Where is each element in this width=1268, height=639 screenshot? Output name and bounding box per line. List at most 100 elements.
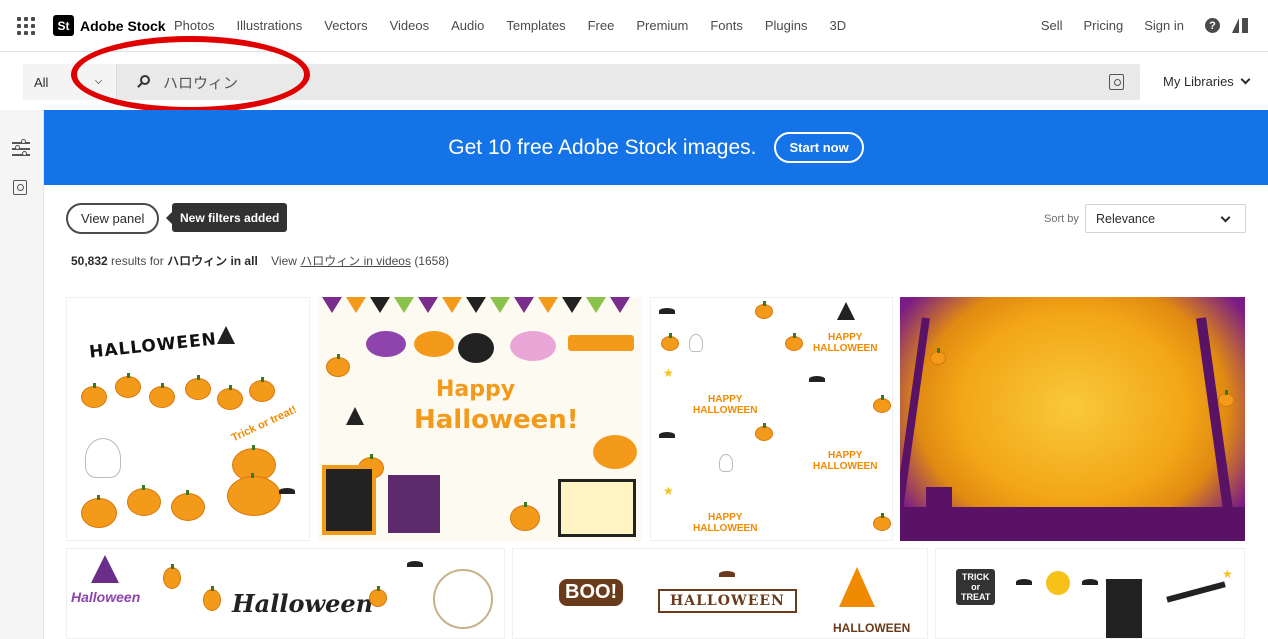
pumpkin-icon <box>755 423 773 441</box>
haunted-house-frame <box>322 465 376 535</box>
lantern-icon <box>163 564 181 589</box>
thumbnail-text: Halloween! <box>414 405 579 435</box>
pumpkin-icon <box>755 301 773 319</box>
nav-link-plugins[interactable]: Plugins <box>765 18 808 33</box>
bunting-flag <box>514 297 534 313</box>
result-thumbnail[interactable]: BOO! HALLOWEEN HALLOWEEN <box>512 548 928 639</box>
star-icon: ★ <box>1222 567 1233 581</box>
sort-value: Relevance <box>1096 211 1156 226</box>
top-nav: St Adobe Stock Photos Illustrations Vect… <box>0 0 1268 52</box>
pumpkin-icon <box>227 473 281 516</box>
adobe-logo-icon[interactable] <box>1232 18 1248 33</box>
witch-hat-icon <box>837 302 855 320</box>
thumbnail-text: Trick or treat! <box>229 403 299 445</box>
apps-grid-icon[interactable] <box>17 17 35 35</box>
search-input[interactable]: ハロウィン <box>163 72 238 93</box>
nav-link-vectors[interactable]: Vectors <box>324 18 367 33</box>
bat-icon <box>719 571 735 577</box>
thumbnail-text: Halloween <box>71 589 141 605</box>
help-icon[interactable]: ? <box>1205 18 1220 33</box>
nav-link-illustrations[interactable]: Illustrations <box>236 18 302 33</box>
lantern-icon <box>203 586 221 611</box>
visual-search-icon[interactable] <box>13 180 27 195</box>
new-filters-tooltip: New filters added <box>165 203 288 232</box>
pumpkin-icon <box>326 354 350 377</box>
search-scope-dropdown[interactable]: All <box>23 64 117 100</box>
nav-link-videos[interactable]: Videos <box>390 18 430 33</box>
result-thumbnail[interactable] <box>900 297 1245 541</box>
bunting-flag <box>538 297 558 313</box>
lantern-icon <box>930 348 946 365</box>
video-results-link[interactable]: ハロウィン in videos <box>300 254 411 268</box>
castle-silhouette <box>1106 579 1142 638</box>
sell-link[interactable]: Sell <box>1041 18 1063 33</box>
search-row: All ハロウィン My Libraries <box>0 52 1268 110</box>
pumpkin-icon <box>171 490 205 521</box>
thumbnail-text: HALLOWEEN <box>88 329 218 363</box>
star-icon: ★ <box>663 366 674 380</box>
bunting-flag <box>586 297 606 313</box>
thumbnail-text: HALLOWEEN <box>658 589 797 613</box>
frame-card <box>558 479 636 537</box>
search-bar: All ハロウィン <box>23 64 1140 100</box>
result-thumbnail[interactable]: TRICK or TREAT ★ <box>935 548 1245 639</box>
pumpkin-icon <box>510 502 540 531</box>
speech-bubble <box>510 331 556 361</box>
chevron-down-icon <box>1220 212 1231 223</box>
brand-name: Adobe Stock <box>80 17 166 34</box>
bunting-flag <box>562 297 582 313</box>
speech-bubble <box>366 331 406 357</box>
result-thumbnail[interactable]: Halloween Halloween <box>66 548 505 639</box>
pumpkin-icon <box>149 383 175 408</box>
bunting-flag <box>394 297 414 313</box>
result-thumbnail[interactable]: Happy Halloween! <box>318 297 642 541</box>
results-for-text: results for <box>111 254 164 268</box>
nav-link-premium[interactable]: Premium <box>636 18 688 33</box>
view-panel-button[interactable]: View panel <box>66 203 160 234</box>
nav-link-free[interactable]: Free <box>588 18 615 33</box>
speech-bubble <box>458 333 494 363</box>
bat-icon <box>1016 579 1032 585</box>
promo-banner: Get 10 free Adobe Stock images. Start no… <box>44 110 1268 185</box>
speech-bubble <box>414 331 454 357</box>
results-summary: 50,832 results for ハロウィン in all View ハロウ… <box>71 252 449 269</box>
pumpkin-icon <box>873 395 891 413</box>
thumbnail-text: HAPPY HALLOWEEN <box>813 450 878 472</box>
nav-link-photos[interactable]: Photos <box>174 18 214 33</box>
pumpkin-icon <box>81 495 117 528</box>
pumpkin-icon <box>369 586 387 607</box>
ghost-icon <box>689 334 703 352</box>
nav-link-audio[interactable]: Audio <box>451 18 484 33</box>
round-label <box>593 435 637 469</box>
bat-icon <box>659 432 675 438</box>
pumpkin-icon <box>115 373 141 398</box>
nav-link-3d[interactable]: 3D <box>830 18 847 33</box>
visual-search-icon[interactable] <box>1109 74 1124 90</box>
ghost-icon <box>719 454 733 472</box>
search-scope-label: All <box>34 74 49 90</box>
result-query: ハロウィン <box>167 254 228 268</box>
witch-hat-icon <box>91 555 119 583</box>
castle-silhouette <box>926 487 952 521</box>
filters-icon[interactable] <box>12 139 30 156</box>
pricing-link[interactable]: Pricing <box>1084 18 1124 33</box>
bunting-flag <box>346 297 366 313</box>
bat-icon <box>279 488 295 494</box>
pumpkin-icon <box>127 485 161 516</box>
nav-link-fonts[interactable]: Fonts <box>710 18 743 33</box>
my-libraries-dropdown[interactable]: My Libraries <box>1163 74 1251 89</box>
promo-text: Get 10 free Adobe Stock images. <box>448 135 757 159</box>
search-icon <box>137 75 151 89</box>
sign-in-link[interactable]: Sign in <box>1144 18 1184 33</box>
brand-logo[interactable]: St Adobe Stock <box>53 15 166 36</box>
result-thumbnail[interactable]: HALLOWEEN Trick or treat! <box>66 297 310 541</box>
sort-dropdown[interactable]: Relevance <box>1085 204 1246 233</box>
thumbnail-text: Halloween <box>232 589 374 618</box>
account-nav: Sell Pricing Sign in ? <box>1041 18 1248 33</box>
pumpkin-icon <box>661 333 679 351</box>
video-count: (1658) <box>414 254 449 268</box>
nav-link-templates[interactable]: Templates <box>506 18 565 33</box>
pumpkin-icon <box>185 375 211 400</box>
result-thumbnail[interactable]: HAPPY HALLOWEEN ★ HAPPY HALLOWEEN HAPPY HAL… <box>650 297 893 541</box>
start-now-button[interactable]: Start now <box>774 132 864 163</box>
